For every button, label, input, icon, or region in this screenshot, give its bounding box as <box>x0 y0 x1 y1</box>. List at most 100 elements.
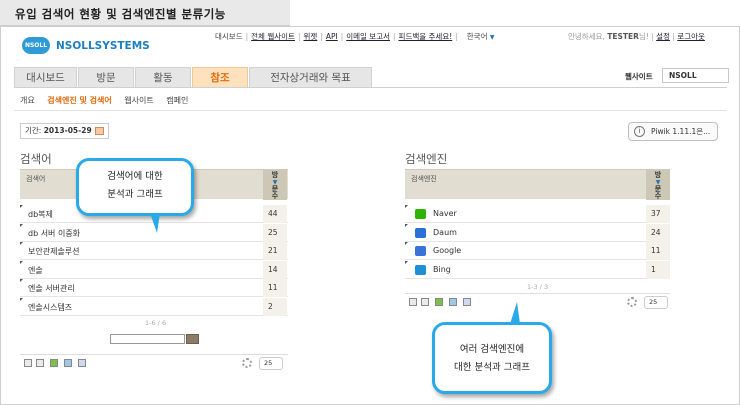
top-link-feedback[interactable]: 피드백을 주세요! <box>399 32 453 41</box>
tab-visits[interactable]: 방문 <box>78 67 134 88</box>
callout-line: 분석과 그래프 <box>107 189 163 200</box>
keywords-col-visits[interactable]: 방 ▼ 문 수 <box>263 170 287 200</box>
calendar-icon[interactable] <box>94 127 104 135</box>
row-label: db 서버 이중화 <box>28 228 81 238</box>
callout-tail <box>510 302 520 324</box>
settings-link[interactable]: 설정 <box>656 32 670 41</box>
naver-icon <box>415 209 426 219</box>
subnav-overview[interactable]: 개요 <box>20 96 35 105</box>
language-label: 한국어 <box>466 32 488 41</box>
engines-pager: 1-3 / 3 <box>527 283 549 291</box>
table-view-icon[interactable] <box>409 298 417 306</box>
pie-chart-icon[interactable] <box>463 298 471 306</box>
tab-divider <box>14 87 727 88</box>
row-visits: 11 <box>263 279 287 298</box>
visits-header-char: 방 <box>271 171 279 179</box>
row-actions-marker[interactable] <box>20 279 23 283</box>
row-label: Naver <box>433 209 457 218</box>
table-row[interactable]: Bing 1 <box>405 260 670 279</box>
table-row[interactable]: Naver 37 <box>405 205 670 223</box>
table-more-icon[interactable] <box>421 298 429 306</box>
row-visits: 1 <box>646 260 670 279</box>
separator: | <box>455 32 458 41</box>
table-more-icon[interactable] <box>36 359 44 367</box>
visits-header-char: 방 <box>654 171 662 179</box>
callout-line: 여러 검색엔진에 <box>459 344 525 355</box>
engines-col-visits[interactable]: 방 ▼ 문 수 <box>646 170 670 200</box>
keywords-footer-toolbar: 25 <box>20 354 288 372</box>
table-row[interactable]: Google 11 <box>405 242 670 261</box>
gear-icon[interactable] <box>627 297 637 307</box>
row-label: Daum <box>433 227 457 237</box>
subnav-websites[interactable]: 웹사이트 <box>124 96 153 105</box>
row-actions-marker[interactable] <box>20 205 23 208</box>
row-actions-marker[interactable] <box>405 223 408 227</box>
row-label: Google <box>433 246 462 256</box>
table-row[interactable]: 엔솔시스템즈 2 <box>20 298 288 316</box>
flag-icon[interactable] <box>50 359 58 367</box>
visits-header-char: 수 <box>654 192 662 200</box>
flag-icon[interactable] <box>435 298 443 306</box>
period-selector[interactable]: 기간: 2013-05-29 <box>20 123 109 139</box>
row-actions-marker[interactable] <box>20 223 23 227</box>
logout-link[interactable]: 로그아웃 <box>677 32 705 41</box>
piwik-update-notice[interactable]: i Piwik 1.11.1은... <box>628 122 718 141</box>
keywords-col-label[interactable]: 검색어 <box>26 174 45 184</box>
keywords-limit-select[interactable]: 25 <box>259 357 283 370</box>
keywords-callout: 검색어에 대한 분석과 그래프 <box>76 158 194 216</box>
engines-limit-select[interactable]: 25 <box>644 296 668 309</box>
engines-col-label[interactable]: 검색엔진 <box>411 174 437 184</box>
top-link-api[interactable]: API <box>326 32 338 41</box>
logo-badge[interactable]: NSOLL <box>22 37 50 54</box>
separator: | <box>245 32 249 41</box>
row-actions-marker[interactable] <box>20 260 23 264</box>
row-actions-marker[interactable] <box>405 242 408 246</box>
tab-ecommerce-goals[interactable]: 전자상거래와 목표 <box>249 67 372 88</box>
top-link-widgets[interactable]: 위젯 <box>303 32 317 41</box>
daum-icon <box>415 227 426 238</box>
user-nav: 안녕하세요, TESTER님! | 설정 | 로그아웃 <box>568 32 705 41</box>
bing-icon <box>415 264 426 275</box>
user-greeting: 안녕하세요, <box>568 32 605 41</box>
gear-icon[interactable] <box>242 358 252 368</box>
row-actions-marker[interactable] <box>405 260 408 264</box>
row-visits: 11 <box>646 242 670 261</box>
row-visits: 21 <box>263 242 287 261</box>
top-link-dashboard[interactable]: 대시보드 <box>215 32 243 41</box>
table-row[interactable]: Daum 24 <box>405 223 670 242</box>
row-actions-marker[interactable] <box>20 298 23 301</box>
language-select[interactable]: 한국어 ▼ <box>467 32 495 41</box>
top-nav: 대시보드 | 전체 웹사이트 | 위젯 | API | 이메일 보고서 | 피드백을 주세요! | 한국… <box>215 31 495 42</box>
table-row[interactable]: 엔솔 서버관리 11 <box>20 279 288 298</box>
row-actions-marker[interactable] <box>405 205 408 208</box>
info-icon: i <box>634 126 645 137</box>
engines-table-header: 검색엔진 방 ▼ 문 수 <box>405 169 670 200</box>
table-view-icon[interactable] <box>24 359 32 367</box>
top-link-email-reports[interactable]: 이메일 보고서 <box>346 32 390 41</box>
row-visits: 37 <box>646 205 670 223</box>
tab-dashboard[interactable]: 대시보드 <box>14 67 77 88</box>
subnav-search-engines-keywords[interactable]: 검색엔진 및 검색어 <box>47 96 111 105</box>
engines-footer-toolbar: 25 <box>405 293 670 311</box>
row-actions-marker[interactable] <box>20 242 23 246</box>
tab-actions[interactable]: 활동 <box>135 67 191 88</box>
subnav-campaigns[interactable]: 캠페인 <box>166 96 188 105</box>
table-row[interactable]: 엔솔 14 <box>20 260 288 279</box>
tab-referrers[interactable]: 참조 <box>192 67 248 88</box>
bar-chart-icon[interactable] <box>449 298 457 306</box>
row-label: 엔솔 서버관리 <box>28 284 75 294</box>
keywords-search-input[interactable] <box>110 334 185 344</box>
top-link-all-websites[interactable]: 전체 웹사이트 <box>251 32 295 41</box>
row-visits: 24 <box>646 223 670 242</box>
row-label: db복제 <box>28 210 53 219</box>
page-title-bar: 유입 검색어 현황 및 검색엔진별 분류기능 <box>0 0 290 26</box>
piwik-version-text: Piwik 1.11.1은... <box>651 127 711 136</box>
callout-line: 대한 분석과 그래프 <box>454 362 530 373</box>
row-label: 엔솔 <box>28 265 43 275</box>
chevron-down-icon: ▼ <box>489 34 495 41</box>
pie-chart-icon[interactable] <box>78 359 86 367</box>
search-icon[interactable] <box>186 334 199 344</box>
website-selector[interactable]: NSOLL <box>662 68 729 83</box>
bar-chart-icon[interactable] <box>64 359 72 367</box>
table-row[interactable]: 보안관제솔루션 21 <box>20 242 288 261</box>
